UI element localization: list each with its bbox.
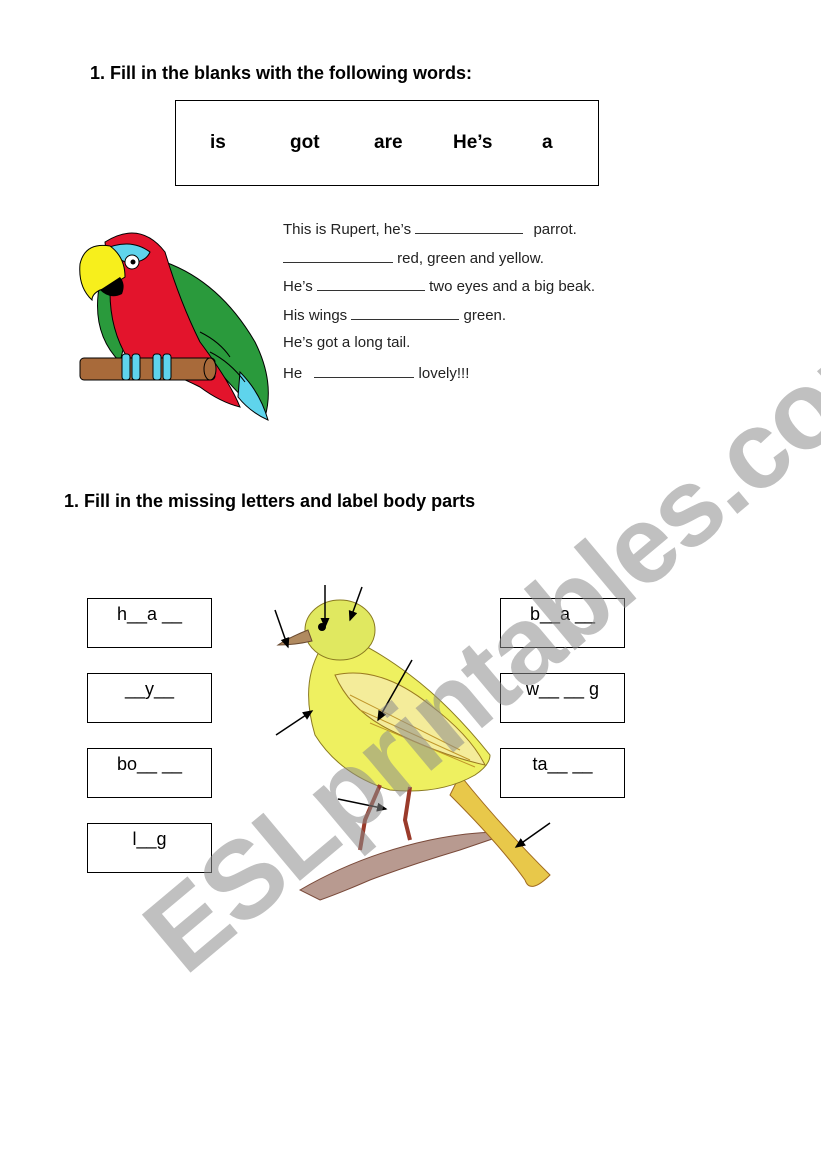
canary-illustration bbox=[274, 585, 551, 901]
sentence-2: red, green and yellow. bbox=[283, 248, 544, 267]
word-bank-item: are bbox=[374, 132, 403, 153]
word-bank-item: got bbox=[290, 132, 320, 153]
word-bank-item: a bbox=[542, 132, 553, 153]
parrot-illustration bbox=[79, 232, 269, 421]
blank-4[interactable] bbox=[351, 305, 460, 320]
exercise-2-heading: 1. Fill in the missing letters and label… bbox=[64, 491, 476, 511]
word-bank-item: He’s bbox=[453, 132, 493, 153]
exercise-1-heading: 1. Fill in the blanks with the following… bbox=[90, 63, 473, 83]
blank-2[interactable] bbox=[283, 248, 393, 263]
label-box-body[interactable]: bo__ __ bbox=[87, 748, 212, 798]
blank-1[interactable] bbox=[415, 219, 524, 234]
sentence-5: He’s got a long tail. bbox=[283, 334, 411, 351]
word-bank-item: is bbox=[210, 132, 226, 153]
label-box-eye[interactable]: __y__ bbox=[87, 673, 212, 723]
sentence-3: He’s two eyes and a big beak. bbox=[283, 276, 596, 295]
sentence-6: He lovely!!! bbox=[283, 363, 470, 382]
label-box-head[interactable]: h__a __ bbox=[87, 598, 212, 648]
sentence-4: His wings green. bbox=[283, 305, 507, 324]
blank-5[interactable] bbox=[314, 363, 415, 378]
blank-3[interactable] bbox=[316, 276, 425, 291]
sentence-1: This is Rupert, he’s parrot. bbox=[283, 219, 577, 238]
word-bank: is got are He’s a bbox=[175, 100, 599, 186]
label-box-leg[interactable]: l__g bbox=[87, 823, 212, 873]
